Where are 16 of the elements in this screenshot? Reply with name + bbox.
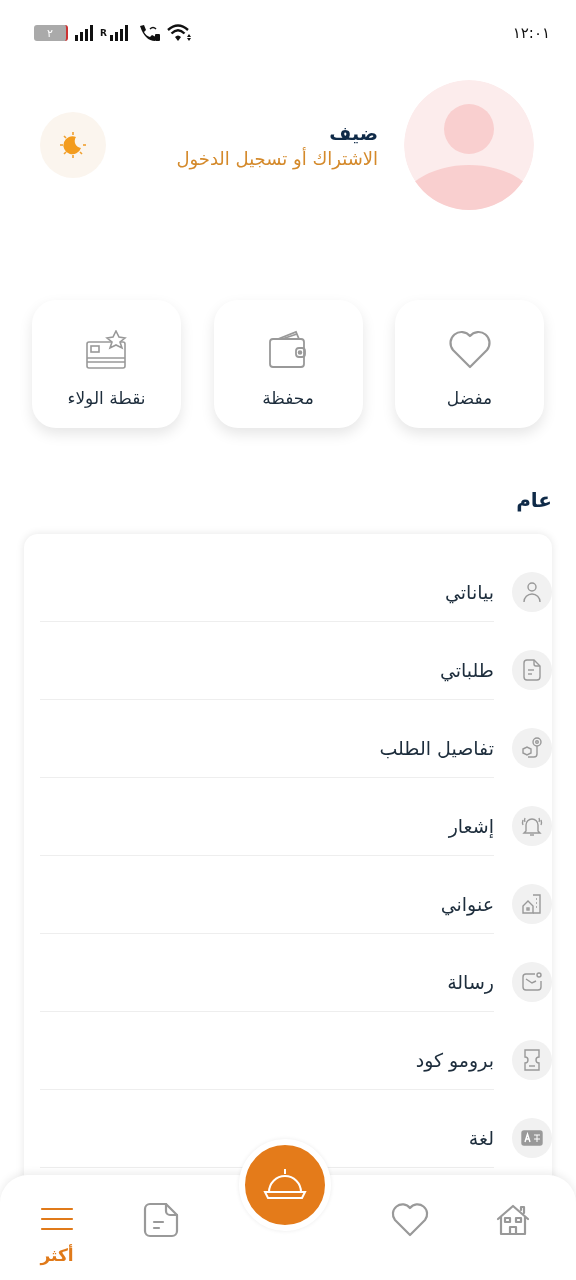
menu-item[interactable]: طلباتي bbox=[24, 647, 552, 693]
menu-item[interactable]: عنواني bbox=[24, 881, 552, 927]
menu-item[interactable]: بياناتي bbox=[24, 569, 552, 615]
menu-item[interactable]: لغة bbox=[24, 1115, 552, 1161]
menu-item[interactable]: رسالة bbox=[24, 959, 552, 1005]
quick-action-card[interactable]: مفضل bbox=[395, 300, 544, 428]
quick-action-card[interactable]: نقطة الولاء bbox=[32, 300, 181, 428]
menu-item[interactable]: تفاصيل الطلب bbox=[24, 725, 552, 771]
quick-action-card[interactable]: محفظة bbox=[213, 300, 363, 428]
roaming-label: R bbox=[100, 28, 107, 38]
user-name: ضيف bbox=[329, 121, 378, 144]
status-time: ١٢:٠١ bbox=[512, 24, 550, 42]
battery-icon: ٢ bbox=[34, 25, 68, 41]
menu-item[interactable]: برومو كود bbox=[24, 1037, 552, 1083]
section-title: عام bbox=[515, 488, 552, 512]
menu-item[interactable]: إشعار bbox=[24, 803, 552, 849]
